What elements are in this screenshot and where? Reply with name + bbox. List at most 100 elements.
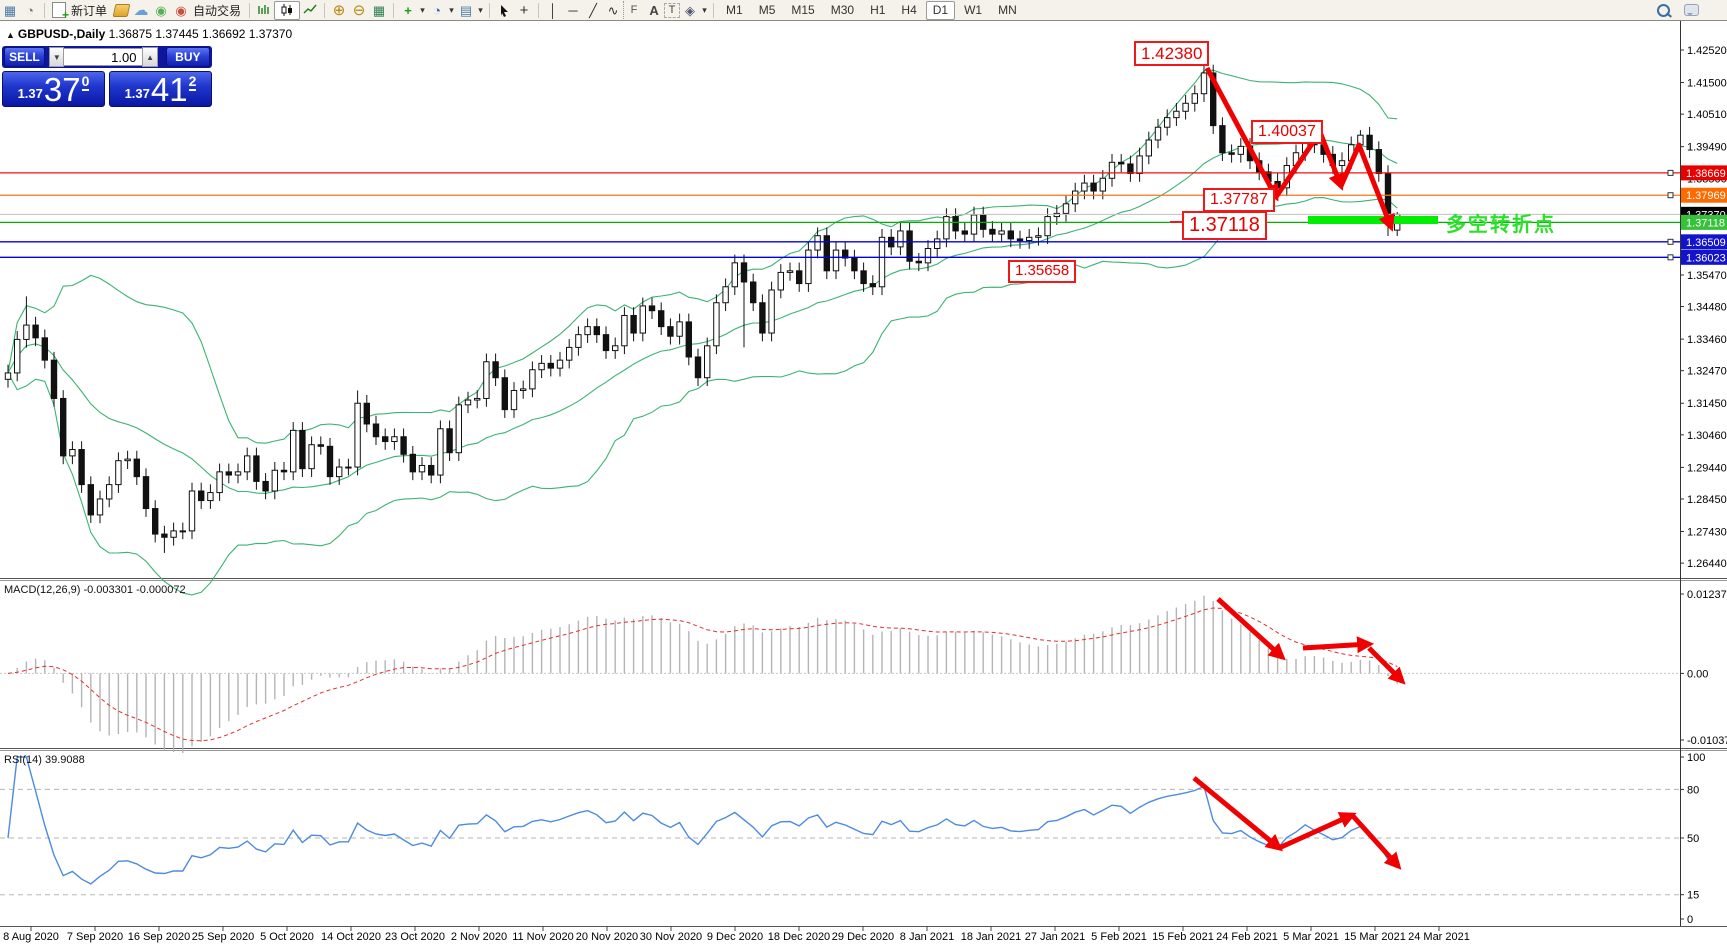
time-axis-label[interactable]: 30 Nov 2020	[640, 931, 702, 943]
time-axis-label[interactable]: 29 Dec 2020	[832, 931, 894, 943]
time-axis-label[interactable]: 24 Mar 2021	[1408, 931, 1470, 943]
buy-price-display[interactable]: 1.37 41 2	[109, 71, 212, 107]
time-axis-label[interactable]: 7 Sep 2020	[67, 931, 123, 943]
indicators-dropdown-icon[interactable]: ▾	[418, 5, 427, 16]
volume-input[interactable]	[64, 48, 143, 66]
timeframe-m30-button[interactable]: M30	[824, 1, 861, 20]
notifications-icon[interactable]	[1681, 1, 1701, 19]
candle-body	[943, 216, 950, 240]
candle-body	[556, 359, 564, 369]
autotrading-label[interactable]: 自动交易	[193, 2, 241, 19]
zoom-out-icon[interactable]: ⊖	[349, 1, 369, 19]
candle-body	[630, 314, 637, 334]
candle-body	[271, 469, 279, 492]
time-axis-label[interactable]: 8 Jan 2021	[900, 931, 954, 943]
equidistant-channel-icon[interactable]: ∿	[603, 1, 623, 19]
trendline-icon[interactable]: ╱	[583, 1, 603, 19]
time-axis-label[interactable]: 16 Sep 2020	[128, 931, 190, 943]
time-axis-label[interactable]: 18 Dec 2020	[768, 931, 830, 943]
trend-arrow[interactable]	[1302, 636, 1375, 654]
trend-arrow[interactable]	[1350, 813, 1402, 870]
price-callout-1.35658[interactable]: 1.35658	[1008, 260, 1077, 283]
bollinger-upper-band	[7, 69, 1398, 444]
text-tool-icon[interactable]: A	[644, 1, 664, 19]
time-axis-label[interactable]: 24 Feb 2021	[1216, 931, 1278, 943]
timeframe-m5-button[interactable]: M5	[752, 1, 783, 20]
market-watch-icon[interactable]	[111, 1, 131, 19]
time-axis-label[interactable]: 5 Oct 2020	[260, 931, 314, 943]
time-axis-label[interactable]: 14 Oct 2020	[321, 931, 381, 943]
time-axis-label[interactable]: 18 Jan 2021	[961, 931, 1022, 943]
line-chart-icon[interactable]	[300, 1, 320, 19]
zoom-in-icon[interactable]: ⊕	[329, 1, 349, 19]
candle-body	[1127, 163, 1134, 174]
autotrading-icon[interactable]: ◉	[171, 1, 191, 19]
fibonacci-icon[interactable]: F	[623, 1, 644, 19]
main-price-axis: 1.425201.415001.405101.394901.385001.374…	[1680, 45, 1727, 570]
timeframe-m15-button[interactable]: M15	[784, 1, 821, 20]
time-axis-label[interactable]: 8 Aug 2020	[3, 931, 59, 943]
bar-chart-icon[interactable]	[254, 1, 274, 19]
timeframe-h1-button[interactable]: H1	[863, 1, 892, 20]
indicators-icon[interactable]: +	[398, 1, 418, 19]
new-order-button[interactable]: + 新订单	[49, 0, 111, 21]
candle-body	[934, 238, 941, 249]
time-axis-label[interactable]: 27 Jan 2021	[1025, 931, 1086, 943]
price-callout-1.37787[interactable]: 1.37787	[1203, 188, 1275, 212]
time-axis-label[interactable]: 15 Mar 2021	[1344, 931, 1406, 943]
candle-body	[1173, 110, 1180, 119]
timeframe-mn-button[interactable]: MN	[991, 1, 1024, 20]
buy-button[interactable]: BUY	[165, 47, 210, 67]
time-axis-label[interactable]: 9 Dec 2020	[707, 931, 763, 943]
timeframe-w1-button[interactable]: W1	[957, 1, 989, 20]
price-callout-1.40037[interactable]: 1.40037	[1251, 120, 1323, 144]
shapes-icon[interactable]: ◈	[680, 1, 700, 19]
time-axis-label[interactable]: 20 Nov 2020	[576, 931, 638, 943]
cursor-icon[interactable]	[494, 1, 514, 19]
crosshair-icon[interactable]: +	[514, 1, 534, 19]
price-callout-1.37118[interactable]: 1.37118	[1182, 211, 1267, 240]
time-axis-label[interactable]: 5 Feb 2021	[1091, 931, 1147, 943]
axis-tick-label: 1.32470	[1687, 366, 1727, 378]
candle-body	[32, 324, 39, 339]
tile-windows-icon[interactable]: ▦	[369, 1, 389, 19]
time-axis-label[interactable]: 25 Sep 2020	[192, 931, 254, 943]
signals-icon[interactable]: ◉	[151, 1, 171, 19]
volume-increase-button[interactable]: ▲	[142, 47, 158, 67]
mt4-terminal-window: { "toolbar": { "new_order": "新订单", "auto…	[0, 0, 1727, 944]
timeframe-d1-button[interactable]: D1	[925, 0, 956, 20]
rsi-label: RSI(14) 39.9088	[4, 754, 85, 766]
timeframe-h4-button[interactable]: H4	[894, 1, 923, 20]
turning-point-annotation[interactable]: 多空转折点	[1446, 208, 1556, 237]
vertical-line-icon[interactable]: │	[543, 1, 563, 19]
candlestick-chart-icon[interactable]	[274, 0, 301, 20]
horizontal-line-icon[interactable]: ─	[563, 1, 583, 19]
trend-arrow[interactable]	[1367, 646, 1406, 685]
time-axis-label[interactable]: 5 Mar 2021	[1283, 931, 1339, 943]
templates-dropdown-icon[interactable]: ▾	[476, 5, 485, 16]
time-axis-label[interactable]: 11 Nov 2020	[512, 931, 574, 943]
support-highlight-bar[interactable]	[1308, 216, 1438, 224]
periods-icon[interactable]: ◔	[427, 1, 447, 19]
sell-price-display[interactable]: 1.37 37 0	[2, 71, 105, 107]
trend-arrow[interactable]	[1277, 812, 1357, 851]
sell-button[interactable]: SELL	[4, 47, 45, 67]
strategy-tester-icon[interactable]: ◔	[20, 1, 40, 19]
search-icon[interactable]	[1653, 1, 1673, 19]
time-axis-label[interactable]: 23 Oct 2020	[385, 931, 445, 943]
candle-body	[648, 305, 656, 312]
candle-body	[547, 362, 554, 369]
price-callout-1.42380[interactable]: 1.42380	[1134, 41, 1210, 67]
candle-body	[1072, 190, 1079, 205]
community-icon[interactable]: ☁	[131, 1, 151, 19]
templates-icon[interactable]: ▤	[456, 1, 476, 19]
chart-canvas[interactable]: 1.425201.415001.405101.394901.385001.374…	[0, 0, 1727, 944]
text-label-icon[interactable]: T	[664, 2, 681, 18]
profile-icon[interactable]: ▦	[0, 1, 20, 19]
shapes-dropdown-icon[interactable]: ▾	[700, 5, 709, 16]
time-axis-label[interactable]: 2 Nov 2020	[451, 931, 507, 943]
periods-dropdown-icon[interactable]: ▾	[447, 5, 456, 16]
time-axis-label[interactable]: 15 Feb 2021	[1152, 931, 1214, 943]
volume-decrease-button[interactable]: ▼	[49, 47, 65, 67]
timeframe-m1-button[interactable]: M1	[719, 1, 750, 20]
